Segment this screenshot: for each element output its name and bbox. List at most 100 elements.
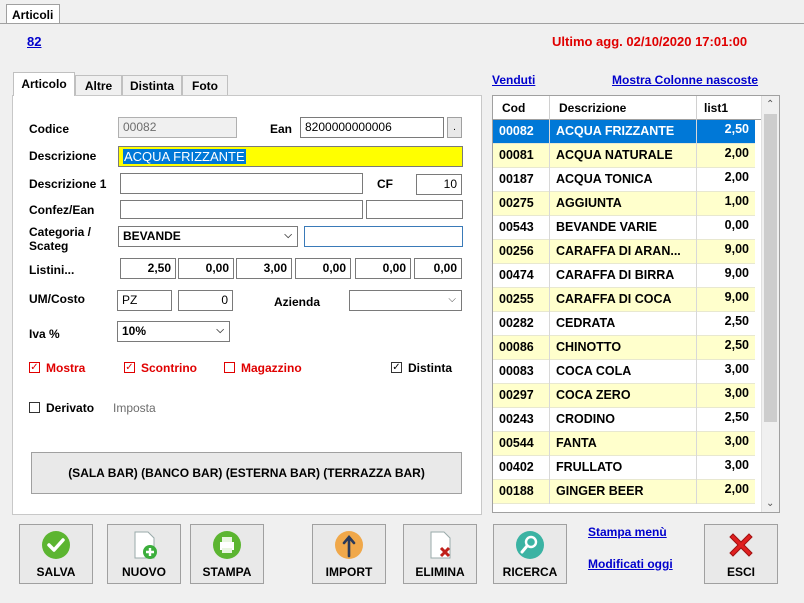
table-row[interactable]: 00256 CARAFFA DI ARAN... 9,00 <box>493 240 755 264</box>
tab-articoli[interactable]: Articoli <box>6 4 60 24</box>
cell-descrizione: COCA COLA <box>556 364 632 378</box>
cell-list1: 1,00 <box>724 194 749 208</box>
cell-list1: 3,00 <box>724 362 749 376</box>
categoria-label: Categoria / <box>29 225 92 239</box>
cell-list1: 2,50 <box>724 314 749 328</box>
cell-list1: 9,00 <box>724 242 749 256</box>
cell-list1: 3,00 <box>724 434 749 448</box>
check-icon: ✓ <box>29 362 40 373</box>
delete-document-icon <box>430 531 451 559</box>
table-row[interactable]: 00086 CHINOTTO 2,50 <box>493 336 755 360</box>
record-link[interactable]: 82 <box>27 34 41 49</box>
cell-separator <box>549 264 550 288</box>
cell-descrizione: CRODINO <box>556 412 616 426</box>
reparti-button[interactable]: (SALA BAR) (BANCO BAR) (ESTERNA BAR) (TE… <box>31 452 462 494</box>
derivato-checkbox[interactable]: Derivato <box>29 401 109 415</box>
table-row[interactable]: 00297 COCA ZERO 3,00 <box>493 384 755 408</box>
cell-separator <box>696 240 697 264</box>
close-icon <box>729 533 753 557</box>
table-row[interactable]: 00081 ACQUA NATURALE 2,00 <box>493 144 755 168</box>
tab-foto[interactable]: Foto <box>182 75 228 95</box>
esci-label: ESCI <box>726 565 755 579</box>
listino-5-field[interactable]: 0,00 <box>355 258 411 279</box>
table-row[interactable]: 00255 CARAFFA DI COCA 9,00 <box>493 288 755 312</box>
listino-2-field[interactable]: 0,00 <box>178 258 234 279</box>
table-row[interactable]: 00402 FRULLATO 3,00 <box>493 456 755 480</box>
cell-separator <box>696 432 697 456</box>
modificati-oggi-link[interactable]: Modificati oggi <box>588 557 673 571</box>
table-row[interactable]: 00243 CRODINO 2,50 <box>493 408 755 432</box>
confez-ean-field[interactable] <box>366 200 463 219</box>
stampa-button[interactable]: STAMPA <box>190 524 264 584</box>
articles-grid[interactable]: Cod Descrizione list1 00082 ACQUA FRIZZAN… <box>492 95 780 513</box>
listino-1-field[interactable]: 2,50 <box>120 258 176 279</box>
cell-descrizione: CARAFFA DI ARAN... <box>556 244 681 258</box>
scrollbar-thumb[interactable] <box>764 114 777 422</box>
listino-4-field[interactable]: 0,00 <box>295 258 351 279</box>
salva-button[interactable]: SALVA <box>19 524 93 584</box>
cell-separator <box>549 312 550 336</box>
table-row[interactable]: 00544 FANTA 3,00 <box>493 432 755 456</box>
scroll-up-icon[interactable]: ⌃ <box>766 99 774 110</box>
ean-generate-button[interactable]: . <box>447 117 462 138</box>
cell-separator <box>696 288 697 312</box>
header-separator <box>696 96 697 120</box>
magazzino-checkbox[interactable]: Magazzino <box>224 361 324 375</box>
cell-list1: 3,00 <box>724 458 749 472</box>
tab-altre[interactable]: Altre <box>75 75 122 95</box>
descrizione-field[interactable]: ACQUA FRIZZANTE <box>118 146 463 167</box>
tab-distinta[interactable]: Distinta <box>122 75 182 95</box>
check-icon: ✓ <box>391 362 402 373</box>
tab-articolo[interactable]: Articolo <box>13 72 75 96</box>
cell-separator <box>549 480 550 504</box>
table-row[interactable]: 00282 CEDRATA 2,50 <box>493 312 755 336</box>
table-row[interactable]: 00543 BEVANDE VARIE 0,00 <box>493 216 755 240</box>
categoria-select[interactable]: BEVANDE ⌵ <box>118 226 298 247</box>
descrizione1-field[interactable] <box>120 173 363 194</box>
scateg-field[interactable] <box>304 226 463 247</box>
header-descrizione[interactable]: Descrizione <box>559 101 626 115</box>
scroll-down-icon[interactable]: ⌄ <box>766 498 774 509</box>
iva-select[interactable]: 10% ⌵ <box>117 321 230 342</box>
cell-descrizione: ACQUA NATURALE <box>556 148 673 162</box>
header-separator <box>549 96 550 120</box>
stampa-menu-link[interactable]: Stampa menù <box>588 525 667 539</box>
scontrino-checkbox[interactable]: ✓ Scontrino <box>124 361 224 375</box>
cell-list1: 2,00 <box>724 482 749 496</box>
grid-scrollbar[interactable]: ⌃ ⌄ <box>761 96 779 512</box>
cell-separator <box>549 192 550 216</box>
esci-button[interactable]: ESCI <box>704 524 778 584</box>
header-list1[interactable]: list1 <box>704 101 728 115</box>
cell-cod: 00297 <box>499 388 534 402</box>
ean-field[interactable]: 8200000000006 <box>300 117 444 138</box>
cell-separator <box>696 216 697 240</box>
venduti-link[interactable]: Venduti <box>492 73 535 87</box>
table-row[interactable]: 00188 GINGER BEER 2,00 <box>493 480 755 504</box>
search-icon <box>516 531 544 559</box>
azienda-select[interactable]: ⌵ <box>349 290 462 311</box>
listino-6-field[interactable]: 0,00 <box>414 258 462 279</box>
elimina-button[interactable]: ELIMINA <box>403 524 477 584</box>
table-row[interactable]: 00187 ACQUA TONICA 2,00 <box>493 168 755 192</box>
imposta-link[interactable]: Imposta <box>113 401 156 415</box>
cf-field[interactable]: 10 <box>416 174 462 195</box>
table-row[interactable]: 00083 COCA COLA 3,00 <box>493 360 755 384</box>
costo-field[interactable]: 0 <box>178 290 233 311</box>
table-row[interactable]: 00474 CARAFFA DI BIRRA 9,00 <box>493 264 755 288</box>
ricerca-button[interactable]: RICERCA <box>493 524 567 584</box>
confez-field[interactable] <box>120 200 363 219</box>
iva-label: Iva % <box>29 327 60 341</box>
header-cod[interactable]: Cod <box>502 101 525 115</box>
import-button[interactable]: IMPORT <box>312 524 386 584</box>
mostra-checkbox[interactable]: ✓ Mostra <box>29 361 129 375</box>
listino-3-field[interactable]: 3,00 <box>236 258 292 279</box>
mostra-colonne-link[interactable]: Mostra Colonne nascoste <box>612 73 758 87</box>
nuovo-button[interactable]: NUOVO <box>107 524 181 584</box>
cell-list1: 2,00 <box>724 170 749 184</box>
um-field[interactable]: PZ <box>117 290 172 311</box>
table-row[interactable]: 00082 ACQUA FRIZZANTE 2,50 <box>493 120 755 144</box>
cell-separator <box>696 480 697 504</box>
table-row[interactable]: 00275 AGGIUNTA 1,00 <box>493 192 755 216</box>
distinta-checkbox[interactable]: ✓ Distinta <box>391 361 463 375</box>
listini-label[interactable]: Listini... <box>29 263 74 277</box>
